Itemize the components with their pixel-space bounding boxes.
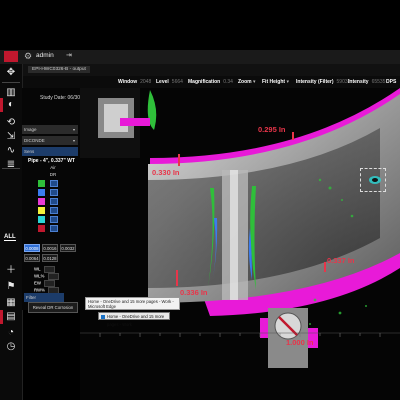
diconde-dropdown[interactable]: DICONDE ▾ bbox=[22, 136, 78, 145]
zoom-dropdown[interactable]: Zoom ▾ bbox=[238, 79, 256, 85]
swatch-toggle-button[interactable] bbox=[50, 225, 58, 232]
layers-icon[interactable]: ≣ bbox=[3, 158, 19, 172]
measure-tick bbox=[176, 270, 178, 286]
stat-ew: EW bbox=[34, 280, 55, 287]
color-swatch bbox=[38, 216, 45, 223]
stat-wl-pct: WL% bbox=[34, 273, 59, 280]
color-swatch bbox=[38, 198, 45, 205]
profile-icon[interactable]: ∿ bbox=[3, 144, 19, 158]
swatch-toggle-button[interactable] bbox=[50, 216, 58, 223]
move-icon[interactable]: ✥ bbox=[3, 66, 19, 80]
threshold-value[interactable]: 0.0032 bbox=[60, 244, 76, 252]
threshold-value[interactable]: 0.0008 bbox=[24, 244, 40, 252]
stat-wl: WL bbox=[34, 266, 55, 273]
reveal-dr-corrosion-button[interactable]: Reveal DR Corrosion bbox=[28, 302, 78, 313]
rotate-icon[interactable]: ⟲ bbox=[3, 116, 19, 130]
user-name[interactable]: admin bbox=[36, 52, 54, 59]
measure-tick bbox=[178, 154, 180, 166]
sens-dropdown[interactable]: Sens bbox=[22, 147, 78, 156]
threshold-value[interactable]: 0.0064 bbox=[24, 254, 40, 262]
tool-rail: ✥ ▥ ◐ ⟲ ⇲ ∿ ≣ ALL ＋ ⚑ ▦ ▤ ◔ ◷ bbox=[0, 64, 23, 400]
pipe-spec: Pipe - 4", 0.337" WT bbox=[28, 158, 75, 164]
ruler bbox=[80, 332, 400, 337]
contrast-icon[interactable]: ◐ bbox=[3, 98, 19, 112]
measurement-label[interactable]: 0.330 In bbox=[152, 168, 180, 177]
home-icon[interactable] bbox=[4, 51, 18, 62]
image-dropdown[interactable]: Image ▾ bbox=[22, 125, 78, 134]
save-icon[interactable]: ▦ bbox=[3, 296, 19, 310]
title-bar: ⚙ admin ⇥ bbox=[0, 50, 400, 65]
dps-control[interactable]: DPS bbox=[386, 79, 396, 85]
window-control[interactable]: Window 2048 bbox=[118, 79, 151, 85]
measure-tick bbox=[324, 262, 326, 272]
fit-height-dropdown[interactable]: Fit Height ▾ bbox=[262, 79, 289, 85]
magnification-control[interactable]: Magnification 0.34 bbox=[188, 79, 233, 85]
logout-icon[interactable]: ⇥ bbox=[66, 51, 72, 59]
tab-bar: EPI-HWC0326-B - output bbox=[22, 64, 400, 76]
swatch-toggle-button[interactable] bbox=[50, 207, 58, 214]
intensity-filter-control[interactable]: Intensity (Filter) 59033 bbox=[296, 79, 350, 85]
intensity-control[interactable]: Intensity 65535 bbox=[348, 79, 385, 85]
measurement-label[interactable]: 0.336 In bbox=[180, 288, 208, 297]
swatch-toggle-button[interactable] bbox=[50, 198, 58, 205]
dr-label: DR bbox=[49, 172, 57, 177]
color-swatch bbox=[38, 180, 45, 187]
selection-box[interactable] bbox=[360, 168, 386, 192]
image-toolbar: Window 2048 Level 5664 Magnification 0.34 Z… bbox=[22, 76, 400, 88]
timer-icon[interactable]: ◷ bbox=[3, 340, 19, 354]
measurement-label[interactable]: 0.337 In bbox=[327, 256, 355, 265]
color-swatch bbox=[38, 189, 45, 196]
gauge-icon[interactable]: ◔ bbox=[3, 326, 19, 340]
radiograph-image bbox=[80, 88, 400, 368]
air-label: Air bbox=[50, 165, 56, 170]
color-swatch bbox=[38, 207, 45, 214]
measure-icon[interactable]: ⇲ bbox=[3, 130, 19, 144]
filter-dropdown[interactable]: Filter bbox=[24, 293, 64, 302]
measure-tick bbox=[292, 132, 294, 140]
browser-taskbar-item[interactable]: Home - OneDrive and 15 more pages - Work bbox=[98, 312, 170, 327]
report-icon[interactable]: ▤ bbox=[3, 310, 19, 324]
radiograph-view[interactable] bbox=[80, 88, 400, 400]
measurement-label[interactable]: 1.000 In bbox=[286, 338, 314, 347]
swatch-toggle-button[interactable] bbox=[50, 180, 58, 187]
flag-icon[interactable]: ⚑ bbox=[3, 280, 19, 294]
tab-output[interactable]: EPI-HWC0326-B - output bbox=[28, 66, 90, 73]
taskbar-tooltip: Home - OneDrive and 15 more pages - Work… bbox=[85, 297, 180, 310]
measurement-label[interactable]: 0.295 In bbox=[258, 125, 286, 134]
level-control[interactable]: Level 5664 bbox=[156, 79, 183, 85]
gear-icon[interactable]: ⚙ bbox=[24, 51, 32, 62]
threshold-value[interactable]: 0.0128 bbox=[42, 254, 58, 262]
color-swatch bbox=[38, 225, 45, 232]
all-button[interactable]: ALL bbox=[4, 234, 16, 241]
zoom-in-icon[interactable]: ＋ bbox=[3, 264, 19, 278]
swatch-toggle-button[interactable] bbox=[50, 189, 58, 196]
threshold-value[interactable]: 0.0016 bbox=[42, 244, 58, 252]
